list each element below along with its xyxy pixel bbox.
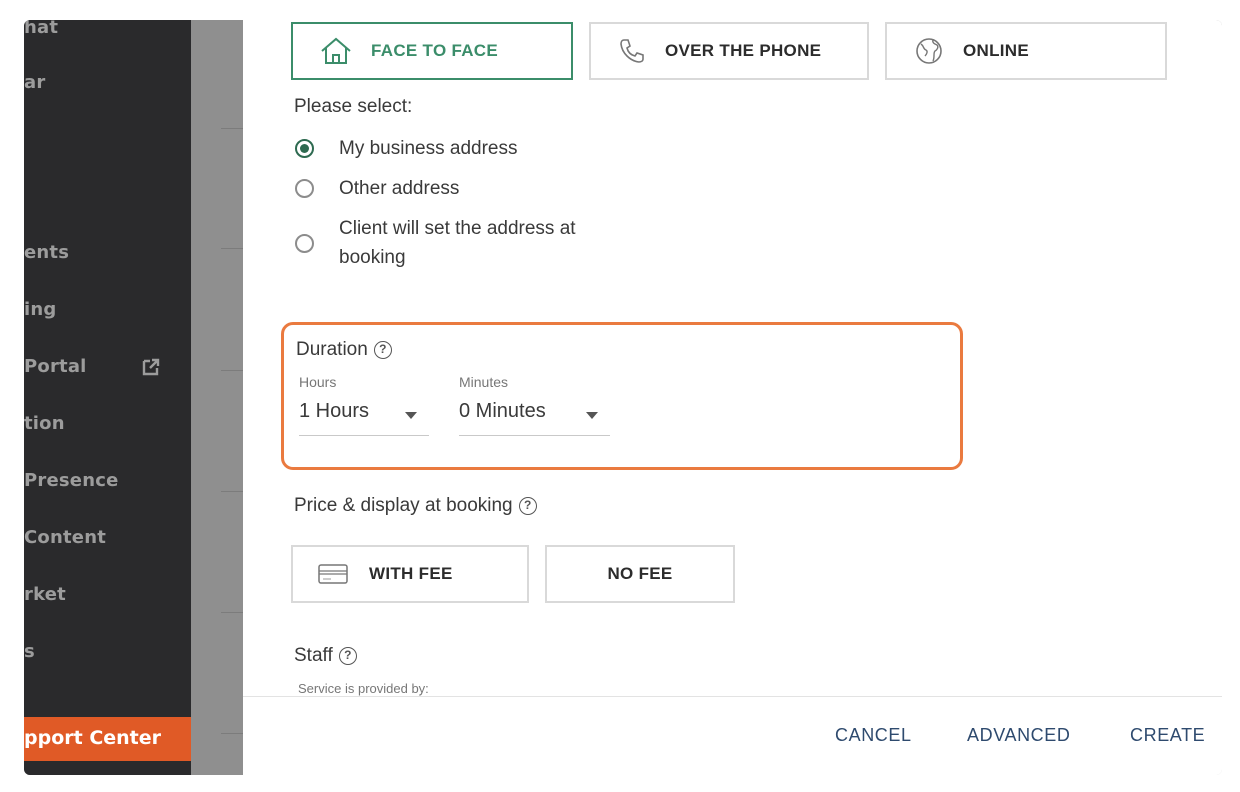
duration-section: Duration? Hours Minutes 1 Hours 0 Minute…: [281, 322, 963, 470]
duration-title-text: Duration: [296, 339, 368, 360]
sidebar: hat ar ents ing Portal tion Presence Con…: [24, 20, 191, 775]
sidebar-item-settings[interactable]: s: [24, 641, 35, 662]
dialog-footer: CANCEL ADVANCED CREATE: [243, 696, 1222, 775]
help-icon[interactable]: ?: [518, 496, 537, 515]
radio-label-client-sets-address-line2[interactable]: booking: [339, 247, 406, 269]
price-title-text: Price & display at booking: [294, 495, 513, 516]
sidebar-item-portal[interactable]: Portal: [24, 356, 87, 377]
address-prompt: Please select:: [294, 96, 413, 117]
radio-business-address[interactable]: [295, 139, 314, 158]
help-icon[interactable]: ?: [373, 340, 392, 359]
hours-select[interactable]: 1 Hours: [299, 400, 429, 436]
radio-client-sets-address[interactable]: [295, 234, 314, 253]
radio-label-client-sets-address-line1[interactable]: Client will set the address at: [339, 218, 576, 240]
with-fee-label: WITH FEE: [369, 564, 453, 583]
cancel-button[interactable]: CANCEL: [835, 725, 912, 746]
advanced-button[interactable]: ADVANCED: [967, 725, 1070, 746]
external-link-icon[interactable]: [140, 356, 162, 378]
credit-card-icon: [318, 564, 348, 584]
support-center-button[interactable]: pport Center: [24, 717, 191, 761]
sidebar-item-automation[interactable]: tion: [24, 413, 65, 434]
price-title: Price & display at booking?: [294, 495, 537, 517]
staff-title: Staff?: [294, 645, 357, 667]
duration-title: Duration?: [296, 339, 392, 361]
no-fee-label: NO FEE: [607, 564, 673, 583]
sidebar-item-presence[interactable]: Presence: [24, 470, 119, 491]
chevron-down-icon: [586, 412, 598, 419]
tab-label: OVER THE PHONE: [665, 41, 822, 60]
tab-label: ONLINE: [963, 41, 1030, 60]
staff-subtitle: Service is provided by:: [298, 681, 429, 696]
radio-label-business-address[interactable]: My business address: [339, 138, 517, 160]
service-dialog: FACE TO FACE OVER THE PHONE ONLINE Pleas…: [243, 20, 1222, 775]
house-icon: [321, 37, 351, 64]
background-overlay: [191, 20, 243, 775]
minutes-label: Minutes: [459, 374, 509, 390]
sidebar-item-calendar[interactable]: ar: [24, 72, 45, 93]
sidebar-item-billing[interactable]: ing: [24, 299, 56, 320]
create-button[interactable]: CREATE: [1130, 725, 1205, 746]
sidebar-item-chat[interactable]: hat: [24, 20, 58, 38]
tab-label: FACE TO FACE: [371, 41, 499, 60]
tab-face-to-face[interactable]: FACE TO FACE: [291, 22, 573, 80]
help-icon[interactable]: ?: [338, 646, 357, 665]
chevron-down-icon: [405, 412, 417, 419]
sidebar-item-clients[interactable]: ents: [24, 242, 69, 263]
app-frame: hat ar ents ing Portal tion Presence Con…: [24, 20, 1222, 775]
sidebar-item-content[interactable]: Content: [24, 527, 106, 548]
tab-online[interactable]: ONLINE: [885, 22, 1167, 80]
staff-title-text: Staff: [294, 645, 333, 666]
minutes-select-value: 0 Minutes: [459, 400, 546, 422]
no-fee-button[interactable]: NO FEE: [545, 545, 735, 603]
sidebar-item-market[interactable]: rket: [24, 584, 66, 605]
radio-label-other-address[interactable]: Other address: [339, 178, 459, 200]
radio-other-address[interactable]: [295, 179, 314, 198]
globe-icon: [916, 38, 942, 64]
hours-label: Hours: [299, 374, 337, 390]
tab-over-the-phone[interactable]: OVER THE PHONE: [589, 22, 869, 80]
minutes-select[interactable]: 0 Minutes: [459, 400, 610, 436]
with-fee-button[interactable]: WITH FEE: [291, 545, 529, 603]
phone-icon: [620, 39, 644, 63]
hours-select-value: 1 Hours: [299, 400, 370, 422]
